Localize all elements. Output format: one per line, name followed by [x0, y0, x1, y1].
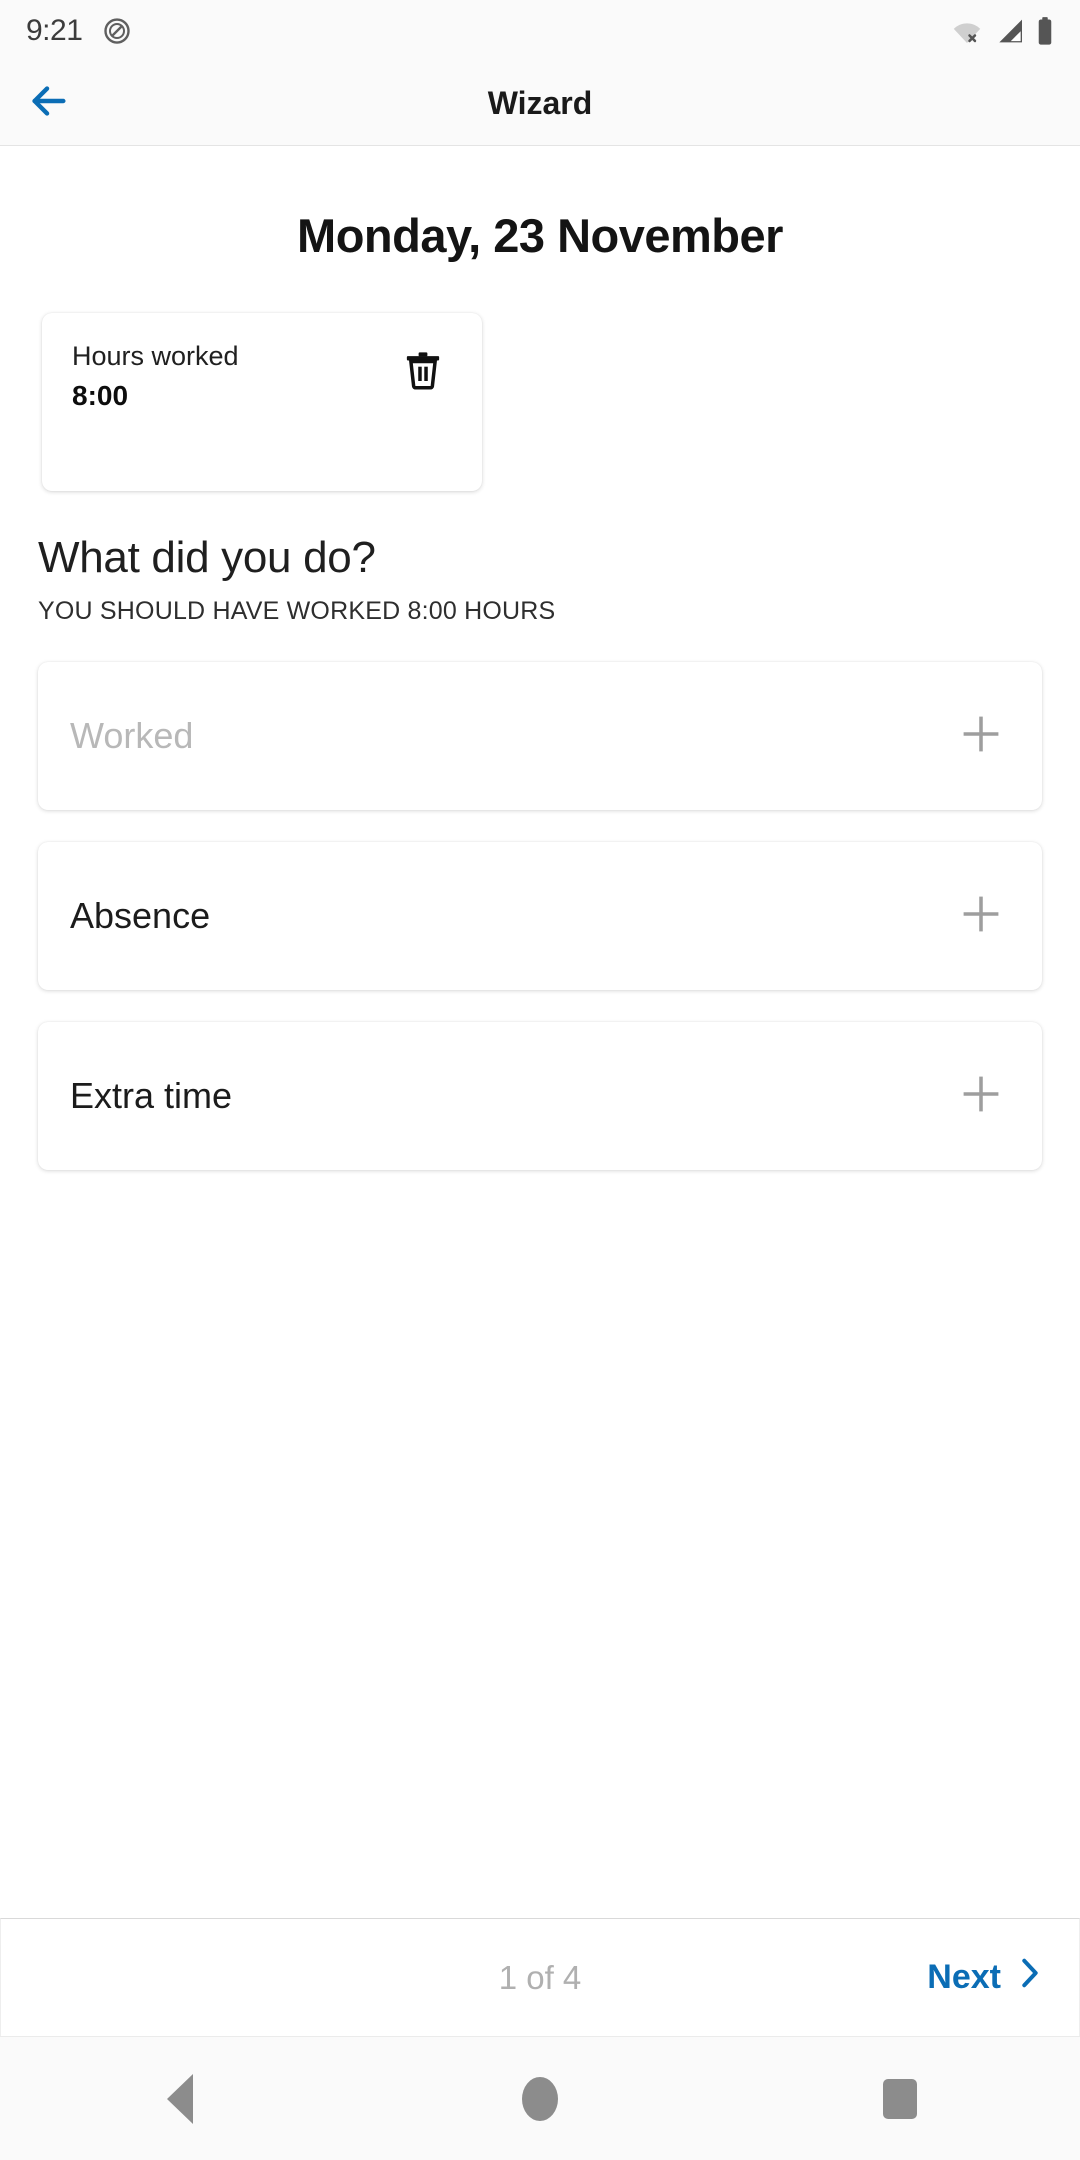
main-content: Monday, 23 November Hours worked 8:00 Wh…	[0, 146, 1080, 1918]
hours-worked-label: Hours worked	[72, 341, 239, 371]
page-indicator: 1 of 4	[498, 1958, 582, 1996]
app-screen: 9:21 Wizard Monday, 23 November Hours wo…	[0, 0, 1080, 2160]
status-time: 9:21	[26, 14, 83, 47]
option-label: Absence	[70, 895, 211, 936]
nav-back-button[interactable]	[110, 2037, 250, 2160]
wifi-off-icon	[950, 16, 984, 46]
page-title: Wizard	[487, 85, 593, 121]
hours-worked-value: 8:00	[72, 380, 129, 411]
plus-icon	[956, 1069, 1006, 1124]
options-list: Worked Absence Extra time	[38, 662, 1042, 1170]
trash-icon	[401, 348, 445, 397]
question-heading: What did you do?	[38, 533, 376, 582]
option-row-extra-time[interactable]: Extra time	[38, 1022, 1042, 1170]
date-heading: Monday, 23 November	[297, 209, 783, 262]
wizard-footer: 1 of 4 Next	[0, 1918, 1080, 2036]
next-button[interactable]: Next	[927, 1955, 1045, 2000]
add-worked-button[interactable]	[954, 709, 1008, 763]
option-label: Extra time	[70, 1075, 233, 1116]
add-extra-time-button[interactable]	[954, 1069, 1008, 1123]
status-bar-right	[950, 16, 1054, 46]
chevron-right-icon	[1015, 1955, 1045, 2000]
delete-hours-button[interactable]	[394, 343, 452, 401]
cellular-signal-icon	[994, 16, 1026, 46]
plus-icon	[956, 889, 1006, 944]
app-bar: Wizard	[0, 62, 1080, 146]
android-nav-bar	[0, 2036, 1080, 2160]
question-subtitle: YOU SHOULD HAVE WORKED 8:00 HOURS	[38, 597, 556, 625]
nav-home-button[interactable]	[470, 2037, 610, 2160]
dnd-icon	[102, 16, 132, 46]
status-bar-left: 9:21	[26, 14, 132, 48]
hours-worked-card[interactable]: Hours worked 8:00	[42, 313, 482, 491]
back-button[interactable]	[0, 62, 96, 146]
option-label: Worked	[70, 715, 194, 756]
nav-recents-button[interactable]	[830, 2037, 970, 2160]
battery-icon	[1036, 16, 1054, 46]
status-bar: 9:21	[0, 0, 1080, 62]
arrow-back-icon	[25, 78, 71, 129]
next-button-label: Next	[927, 1958, 1001, 1996]
nav-recents-icon	[883, 2078, 917, 2119]
nav-home-icon	[522, 2076, 558, 2121]
option-row-absence[interactable]: Absence	[38, 842, 1042, 990]
option-row-worked[interactable]: Worked	[38, 662, 1042, 810]
nav-back-icon	[167, 2073, 193, 2124]
hours-worked-texts: Hours worked 8:00	[72, 341, 239, 412]
plus-icon	[956, 709, 1006, 764]
add-absence-button[interactable]	[954, 889, 1008, 943]
